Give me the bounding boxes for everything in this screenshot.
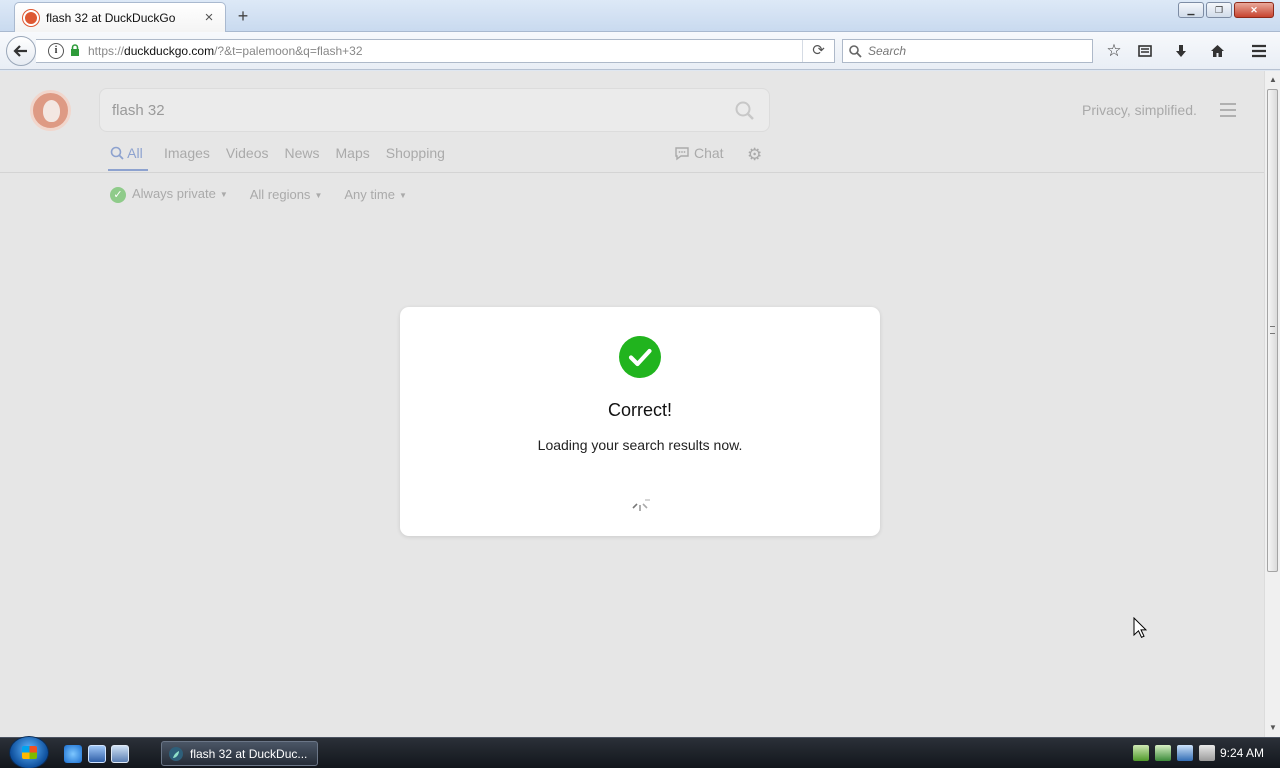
- browser-tab[interactable]: flash 32 at DuckDuckGo ×: [14, 2, 226, 32]
- internet-explorer-icon[interactable]: [64, 745, 82, 763]
- lock-icon[interactable]: [70, 43, 80, 59]
- scroll-down-icon[interactable]: ▼: [1265, 720, 1280, 736]
- search-query[interactable]: flash 32: [112, 102, 165, 119]
- bookmarks-menu-icon[interactable]: [1134, 40, 1156, 62]
- duckduckgo-logo-icon[interactable]: [30, 90, 71, 131]
- hamburger-menu-icon[interactable]: [1220, 103, 1236, 121]
- volume-muted-icon[interactable]: [1199, 745, 1215, 761]
- tab-strip: flash 32 at DuckDuckGo × + ▁ ❐ ✕: [0, 0, 1280, 32]
- search-placeholder: Search: [868, 44, 907, 58]
- back-button[interactable]: [6, 36, 36, 66]
- taskbar-window-button[interactable]: flash 32 at DuckDuc...: [161, 741, 318, 766]
- search-tabs: All Images Videos News Maps Shopping: [110, 145, 445, 171]
- action-center-icon[interactable]: [1155, 745, 1171, 761]
- web-page: flash 32 Privacy, simplified. All Images…: [0, 71, 1264, 737]
- tabs-divider: [0, 172, 1264, 173]
- tab-title: flash 32 at DuckDuckGo: [46, 10, 176, 25]
- search-filters: ✓ Always private ▼ All regions ▼ Any time ▼: [110, 186, 407, 203]
- scrollbar-thumb[interactable]: [1267, 89, 1278, 572]
- grip-icon: [1270, 326, 1275, 334]
- mouse-cursor-icon: [1133, 617, 1147, 638]
- system-tray: [1133, 745, 1215, 761]
- menu-icon[interactable]: [1248, 40, 1270, 62]
- bookmark-star-icon[interactable]: ☆: [1103, 40, 1125, 62]
- tab-all[interactable]: All: [110, 145, 148, 171]
- home-icon[interactable]: [1206, 40, 1228, 62]
- system-clock[interactable]: 9:24 AM: [1220, 746, 1264, 760]
- back-arrow-icon: [13, 45, 27, 57]
- tab-close-icon[interactable]: ×: [201, 9, 217, 26]
- search-icon: [110, 146, 124, 160]
- loading-spinner-icon: [632, 499, 650, 511]
- window-controls: ▁ ❐ ✕: [1178, 2, 1274, 18]
- scroll-up-icon[interactable]: ▲: [1265, 72, 1280, 88]
- downloads-icon[interactable]: [1170, 40, 1192, 62]
- duckduckgo-favicon-icon: [23, 9, 39, 26]
- close-window-button[interactable]: ✕: [1234, 2, 1274, 18]
- chat-bubble-icon: [675, 146, 689, 160]
- tab-maps[interactable]: Maps: [336, 145, 370, 171]
- chat-label: Chat: [694, 145, 724, 161]
- address-bar[interactable]: i https://duckduckgo.com/?&t=palemoon&q=…: [36, 39, 835, 63]
- site-info-icon[interactable]: i: [48, 43, 64, 59]
- switch-windows-icon[interactable]: [111, 745, 129, 763]
- dialog-message: Loading your search results now.: [537, 437, 743, 453]
- pale-moon-icon: [169, 746, 183, 761]
- check-circle-icon: ✓: [110, 186, 126, 203]
- caret-down-icon: ▼: [398, 190, 407, 200]
- settings-gear-icon[interactable]: ⚙: [747, 145, 762, 165]
- tab-shopping[interactable]: Shopping: [386, 145, 445, 171]
- success-dialog: Correct! Loading your search results now…: [400, 307, 880, 536]
- chat-button[interactable]: Chat: [674, 145, 724, 161]
- caret-down-icon: ▼: [314, 190, 323, 200]
- caret-down-icon: ▼: [219, 190, 228, 200]
- time-filter[interactable]: Any time ▼: [344, 187, 407, 202]
- start-button[interactable]: [9, 736, 49, 768]
- show-desktop-icon[interactable]: [88, 745, 106, 763]
- search-bar[interactable]: Search: [842, 39, 1093, 63]
- restore-button[interactable]: ❐: [1206, 2, 1232, 18]
- privacy-filter[interactable]: ✓ Always private ▼: [110, 186, 228, 203]
- search-input[interactable]: flash 32: [99, 88, 770, 132]
- checkmark-icon: [619, 336, 661, 378]
- network-icon[interactable]: [1177, 745, 1193, 761]
- tab-images[interactable]: Images: [164, 145, 210, 171]
- vertical-scrollbar[interactable]: ▲ ▼: [1264, 71, 1280, 737]
- tagline: Privacy, simplified.: [1082, 102, 1197, 118]
- tab-news[interactable]: News: [284, 145, 319, 171]
- minimize-button[interactable]: ▁: [1178, 2, 1204, 18]
- security-shield-icon[interactable]: [1133, 745, 1149, 761]
- windows-taskbar: flash 32 at DuckDuc... 9:24 AM: [0, 736, 1280, 768]
- search-icon[interactable]: [735, 101, 755, 121]
- new-tab-button[interactable]: +: [232, 5, 254, 27]
- tab-videos[interactable]: Videos: [226, 145, 269, 171]
- region-filter[interactable]: All regions ▼: [250, 187, 323, 202]
- reload-icon[interactable]: ⟳: [802, 40, 834, 62]
- dialog-title: Correct!: [607, 400, 672, 420]
- search-icon: [849, 44, 862, 58]
- navigation-toolbar: i https://duckduckgo.com/?&t=palemoon&q=…: [0, 32, 1280, 70]
- url-text[interactable]: https://duckduckgo.com/?&t=palemoon&q=fl…: [88, 44, 802, 58]
